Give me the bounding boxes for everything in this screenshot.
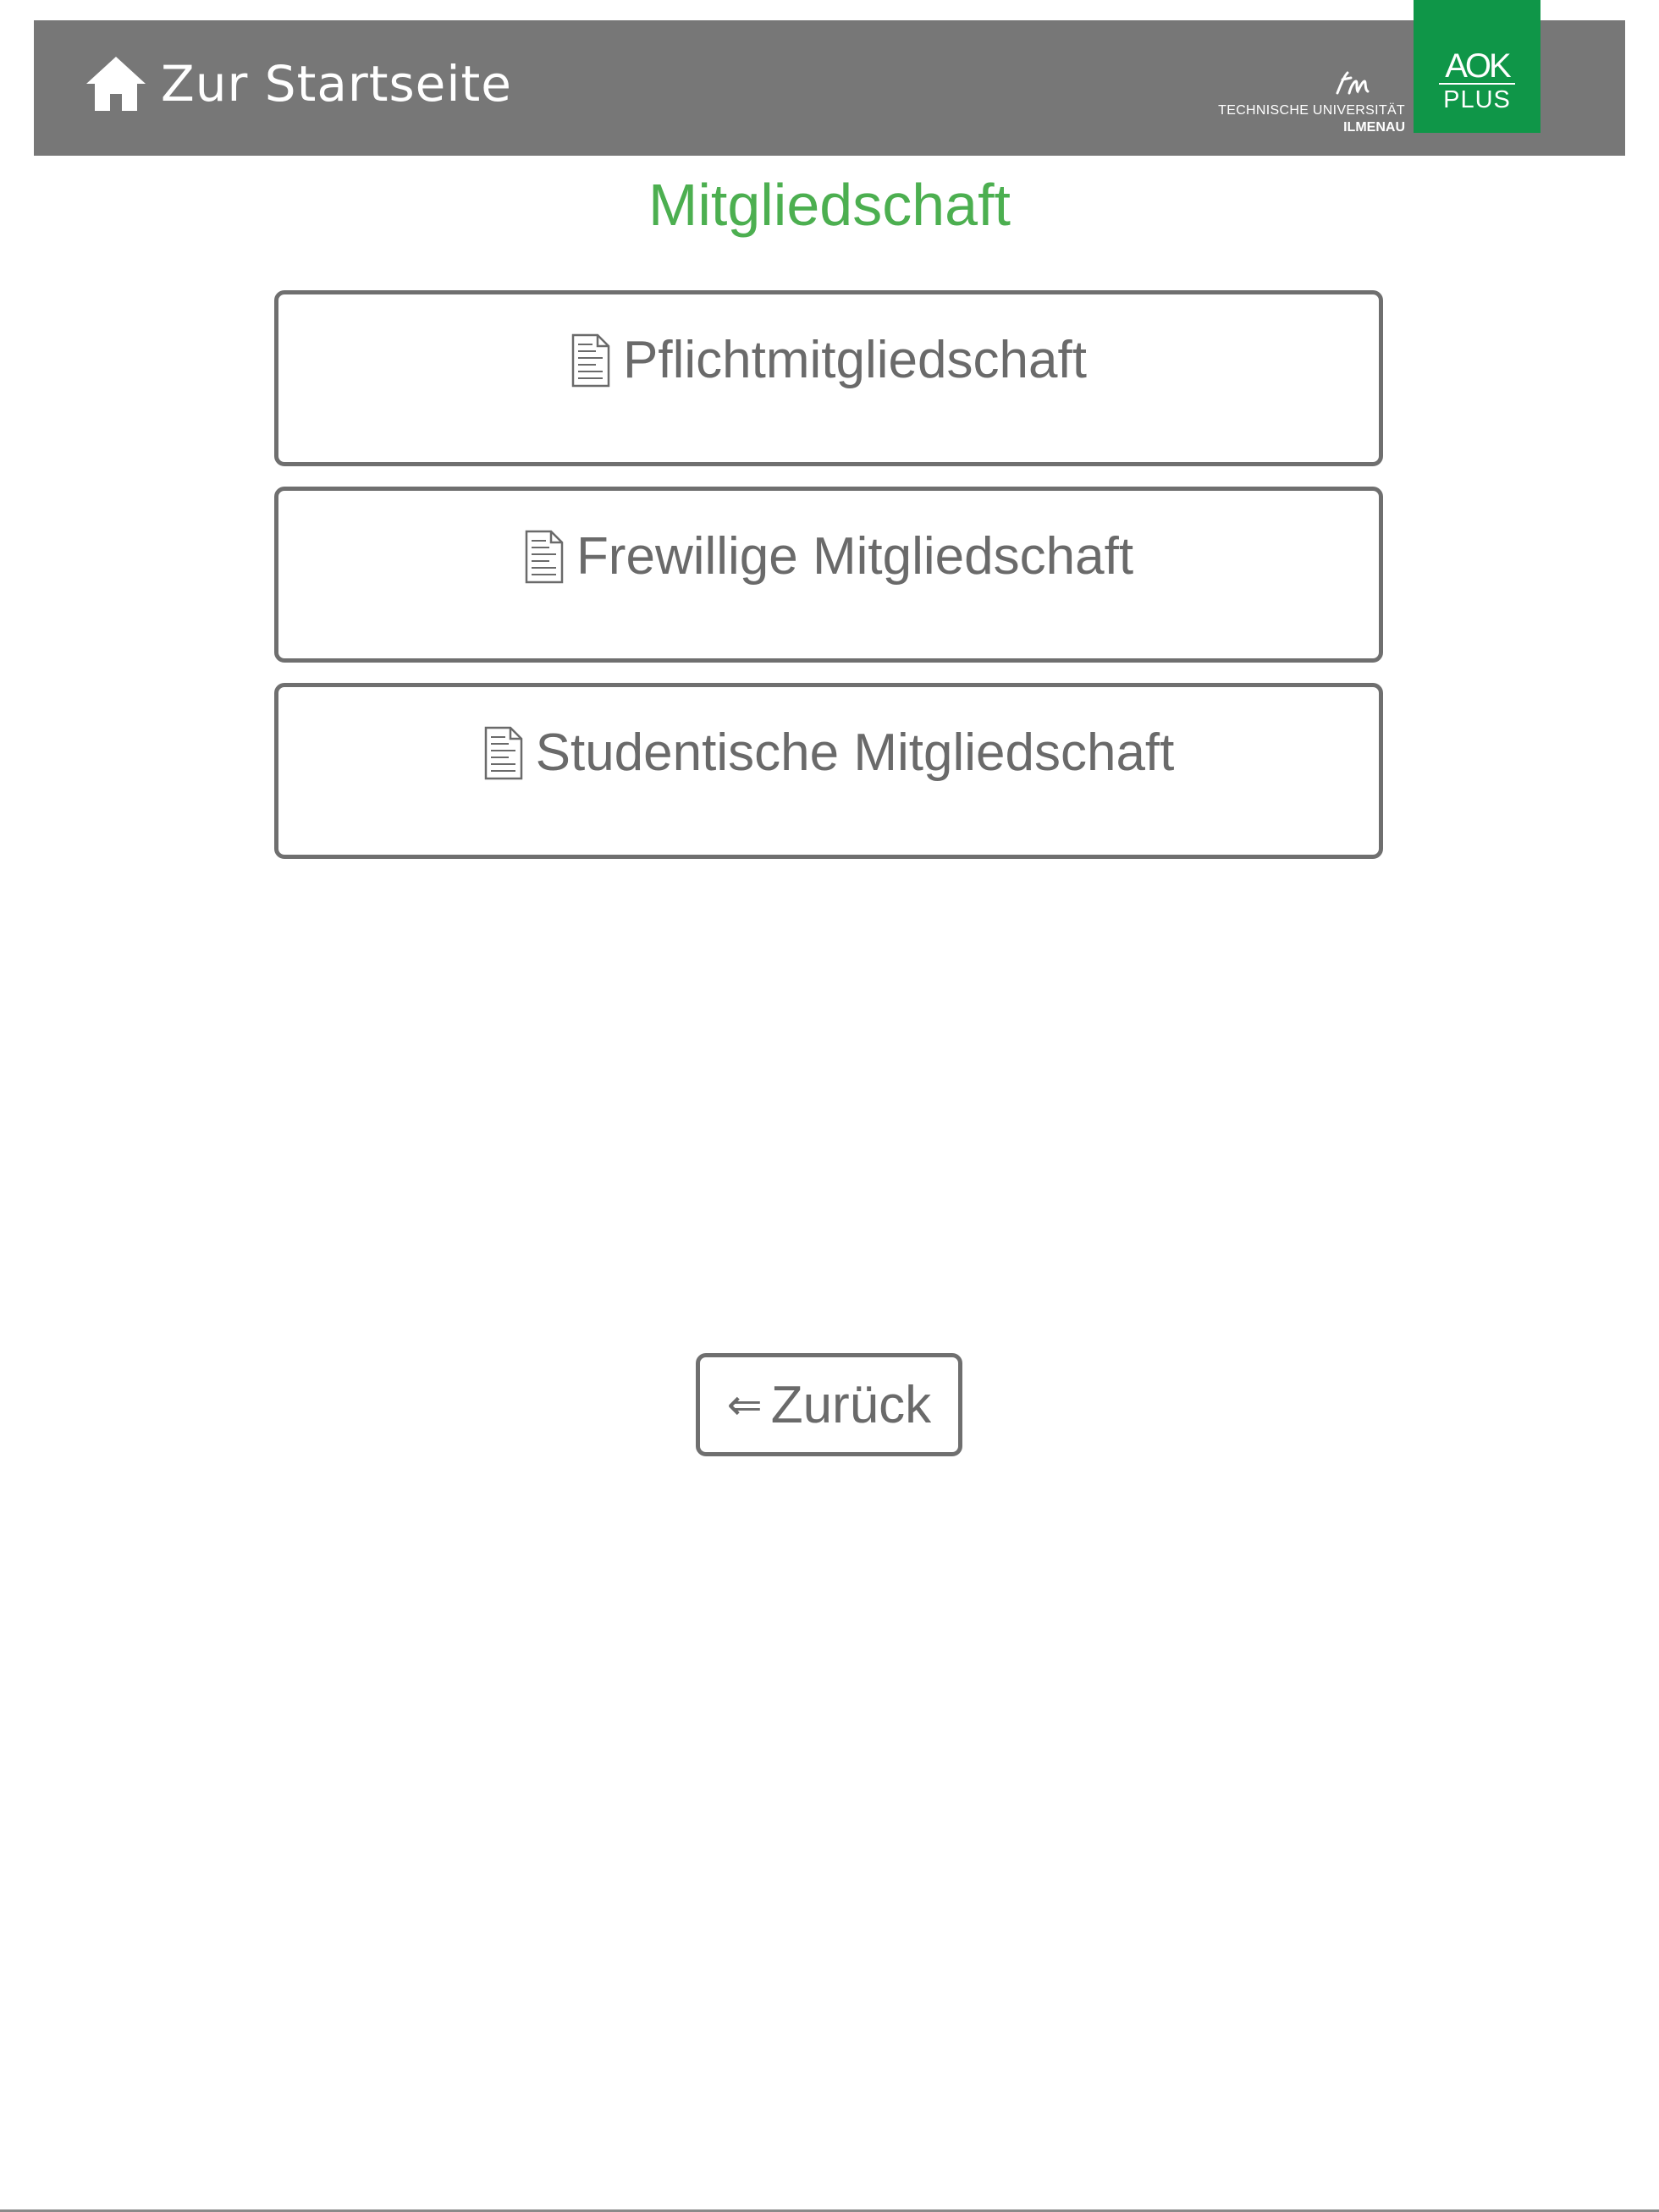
back-button[interactable]: ⇐ Zurück (696, 1353, 962, 1456)
home-icon (86, 57, 146, 111)
option-pflichtmitgliedschaft[interactable]: Pflichtmitgliedschaft (274, 290, 1383, 466)
option-label: Pflichtmitgliedschaft (623, 331, 1087, 389)
option-content: Pflichtmitgliedschaft (278, 330, 1379, 390)
aok-plus-logo: AOK PLUS (1414, 0, 1540, 133)
option-label: Frewillige Mitgliedschaft (576, 527, 1134, 586)
header-bar: Zur Startseite TECHNISCHE UNIVERSITÄT IL… (34, 20, 1625, 156)
tu-logo-line1: TECHNISCHE UNIVERSITÄT (1218, 103, 1405, 118)
option-label: Studentische Mitgliedschaft (535, 724, 1175, 782)
document-icon (525, 530, 564, 583)
home-label: Zur Startseite (161, 55, 512, 113)
tu-logo-line2: ILMENAU (1343, 120, 1405, 135)
home-link[interactable]: Zur Startseite (85, 50, 512, 118)
back-label: Zurück (770, 1375, 932, 1434)
option-content: Frewillige Mitgliedschaft (278, 526, 1379, 586)
tu-logo-mark (1336, 71, 1370, 95)
tu-ilmenau-logo: TECHNISCHE UNIVERSITÄT ILMENAU (1198, 68, 1405, 144)
page: Zur Startseite TECHNISCHE UNIVERSITÄT IL… (0, 0, 1659, 2212)
page-title: Mitgliedschaft (648, 172, 1011, 238)
aok-logo-divider (1439, 83, 1515, 85)
option-freiwillige-mitgliedschaft[interactable]: Frewillige Mitgliedschaft (274, 487, 1383, 663)
document-icon (571, 333, 610, 387)
option-studentische-mitgliedschaft[interactable]: Studentische Mitgliedschaft (274, 683, 1383, 859)
aok-logo-top: AOK (1445, 47, 1511, 85)
option-content: Studentische Mitgliedschaft (278, 723, 1379, 783)
document-icon (484, 726, 522, 779)
back-arrow-icon: ⇐ (726, 1380, 763, 1429)
aok-logo-bottom: PLUS (1443, 86, 1511, 113)
